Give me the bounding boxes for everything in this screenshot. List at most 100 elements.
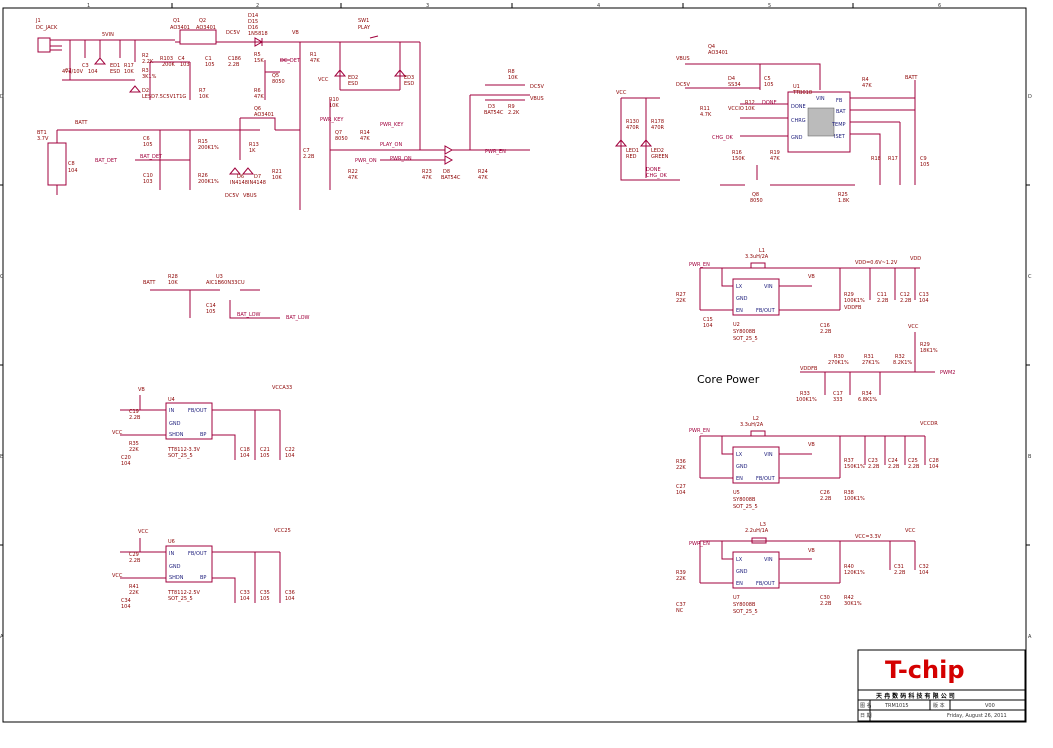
q1-value: AO3401	[170, 25, 190, 31]
r15-value: 200K1%	[198, 145, 219, 151]
r13-value: 1K	[249, 148, 256, 154]
u7-pin-lx: LX	[736, 557, 743, 563]
u1-pin-gnd: GND	[791, 135, 803, 141]
net-vbus-d3: VBUS	[530, 96, 544, 102]
charger-section: DC5V VBUS Q4 AO3401 D4 SS34 C5 105 U1 TT…	[614, 44, 930, 204]
u5-pin-vin: VIN	[764, 452, 773, 458]
net-vccio: VCCIO	[728, 106, 744, 112]
buck-u7-section: PWR_EN L3 2.2uH/1A VCC=3.3V VCC VB LX GN…	[676, 522, 929, 615]
led1-value: RED	[626, 154, 637, 160]
core-power-heading: Core Power	[697, 373, 760, 386]
battery-low-section: BATT R28 10K U3 AIC1B60N33CU C14 105 BAT…	[143, 274, 310, 321]
r29b-value: 100K1%	[844, 298, 865, 304]
c15-value: 104	[703, 323, 713, 329]
r24-value: 47K	[478, 175, 488, 181]
u6-out: VCC25	[274, 528, 291, 534]
r14-value: 47K	[360, 136, 370, 142]
r17-value: 10K	[124, 69, 134, 75]
c6-value: 105	[143, 142, 153, 148]
u7-ref: U7	[733, 595, 740, 601]
net-bat-det-port: BAT_DET	[95, 158, 118, 164]
u6-ref: U6	[168, 539, 175, 545]
led2-value: GREEN	[651, 154, 669, 160]
r28-value: 10K	[168, 280, 178, 286]
net-dc-det: DC_DET	[280, 58, 301, 64]
r1-value: 47K	[310, 58, 320, 64]
border-mark-5: 5	[768, 3, 771, 9]
u4-pkg: SOT_25_5	[168, 453, 193, 459]
r36-value: 22K	[676, 465, 686, 471]
title-date-value: Friday, August 26, 2011	[947, 713, 1007, 719]
u1-pin-done: DONE	[791, 104, 806, 110]
u7-pkg: SOT_25_5	[733, 609, 758, 615]
c32-value: 104	[919, 570, 929, 576]
net-pwr-on: PWR_ON	[355, 158, 377, 164]
l3-value: 2.2uH/1A	[745, 528, 769, 534]
c34-value: 104	[121, 604, 131, 610]
net-vbus-d7: VBUS	[243, 193, 257, 199]
u4-pin-gnd: GND	[169, 421, 181, 427]
r9-value: 2.2K	[508, 110, 520, 116]
u2-vdd-note: VDD=0.6V~1.2V	[855, 260, 898, 266]
border-mark-b: B	[0, 454, 4, 460]
r31-value: 27K1%	[862, 360, 880, 366]
c8-value: 104	[68, 168, 78, 174]
u2-en: PWR_EN	[689, 262, 710, 268]
r26-value: 200K1%	[198, 179, 219, 185]
pwm-feedback-section: VCC R29 18K1% VDDFB R30 270K1% R31 27K1%…	[796, 324, 955, 403]
u2-pin-lx: LX	[736, 284, 743, 290]
u2-pin-vin: VIN	[764, 284, 773, 290]
net-vb: VB	[292, 30, 299, 36]
u7-pin-vin: VIN	[764, 557, 773, 563]
c25-value: 2.2B	[908, 464, 920, 470]
u7-pin-fbout: FB/OUT	[756, 581, 776, 587]
pwm2-port: PWM2	[940, 370, 955, 376]
net-dc5v-d3: DC5V	[530, 84, 545, 90]
c21-value: 105	[260, 453, 270, 459]
pwm-vcc: VCC	[908, 324, 919, 330]
u4-vcc: VCC	[112, 430, 123, 436]
c18-value: 104	[240, 453, 250, 459]
net-pwr-on-port: PWR_ON	[390, 156, 412, 162]
u5-pin-lx: LX	[736, 452, 743, 458]
border-mark-3: 3	[426, 3, 429, 9]
title-block: T-chip 天 冉 数 码 科 技 有 限 公 司 图 名 TRM1015 版…	[857, 649, 1026, 722]
q4-value: AO3401	[708, 50, 728, 56]
buck-u2-section: PWR_EN L1 3.3uH/2A VDD=0.6V~1.2V VDD VB …	[676, 248, 929, 342]
c4-value: 103	[180, 62, 190, 68]
u5-part: SY8008B	[733, 497, 756, 503]
r33-value: 100K1%	[796, 397, 817, 403]
r12-value: 10K	[745, 106, 755, 112]
c20-value: 104	[121, 461, 131, 467]
r16-value: 150K	[732, 156, 746, 162]
c27-value: 104	[676, 490, 686, 496]
r35-value: 22K	[129, 447, 139, 453]
u4-pin-in: IN	[169, 408, 174, 414]
net-chg-ok-led: CHG_OK	[646, 173, 668, 179]
r37-value: 150K1%	[844, 464, 865, 470]
u7-vb: VB	[808, 548, 815, 554]
u1-pin-vin: VIN	[816, 96, 825, 102]
net-vbus-chg: VBUS	[676, 56, 690, 62]
r3-value: 3K1%	[142, 74, 157, 80]
u2-vddfb: VDDFB	[844, 305, 862, 311]
power-input-section: J1 DC_JACK 5VIN C2 47u/10V C3 104 ED1 ES…	[35, 13, 545, 210]
u3-value: AIC1B60N33CU	[206, 280, 245, 286]
net-5vin: 5VIN	[102, 32, 114, 38]
c3-value: 104	[88, 69, 98, 75]
r130-value: 470R	[626, 125, 640, 131]
r27-value: 22K	[676, 298, 686, 304]
c35-value: 105	[260, 596, 270, 602]
c30-value: 2.2B	[820, 601, 832, 607]
net-vcc-led: VCC	[616, 90, 627, 96]
r30-value: 270K1%	[828, 360, 849, 366]
title-row1-label: 图 名	[860, 702, 872, 709]
u6-pin-gnd: GND	[169, 564, 181, 570]
d3-value: BAT54C	[484, 110, 504, 116]
u2-pin-fbout: FB/OUT	[756, 308, 776, 314]
r17b-ref: R17	[888, 156, 898, 162]
r39-value: 22K	[676, 576, 686, 582]
c19-value: 2.2B	[129, 415, 141, 421]
c24-value: 2.2B	[888, 464, 900, 470]
u5-en: PWR_EN	[689, 428, 710, 434]
